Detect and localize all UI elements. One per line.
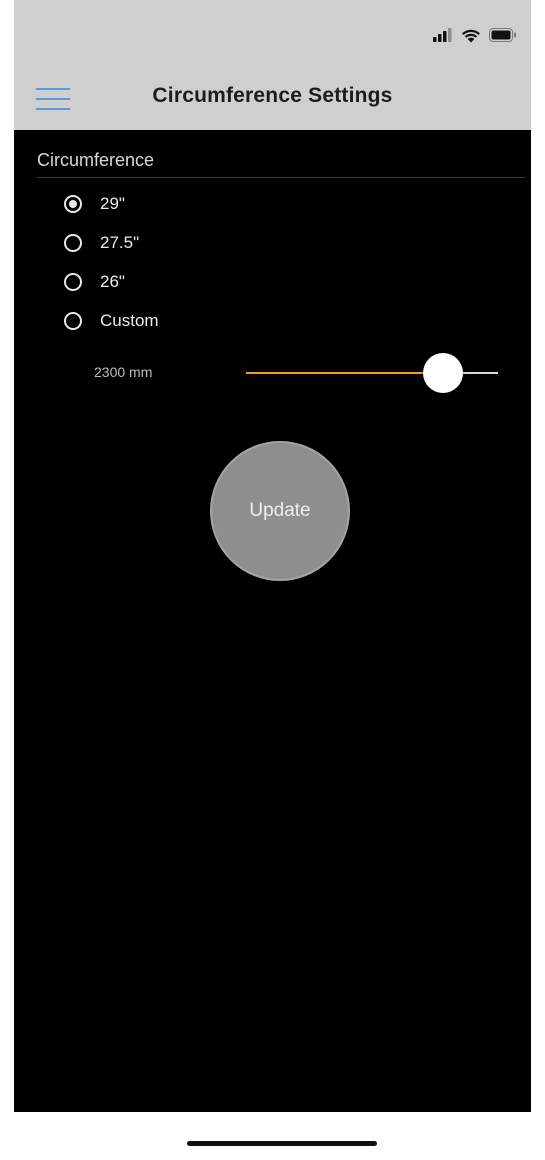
slider-track-filled [246, 372, 443, 374]
radio-option-label: 27.5" [100, 233, 140, 252]
wifi-icon [462, 29, 480, 42]
top-bar: Circumference Settings [14, 0, 531, 130]
phone-screen: Circumference Settings Circumference 29"… [14, 0, 531, 1160]
page-title: Circumference Settings [152, 84, 393, 107]
section-divider [37, 177, 525, 178]
settings-content: Circumference 29" 27.5" 26" Custom 2300 … [14, 130, 531, 1112]
radio-option-26[interactable]: 26" [64, 270, 125, 294]
update-button-label: Update [249, 500, 311, 521]
radio-option-29[interactable]: 29" [64, 192, 125, 216]
status-bar [433, 26, 517, 44]
battery-icon [489, 28, 516, 42]
circumference-slider[interactable] [246, 352, 498, 394]
radio-option-label: 29" [100, 194, 125, 213]
slider-value-label: 2300 mm [94, 364, 153, 380]
cellular-signal-icon [433, 28, 452, 42]
radio-button-icon [64, 312, 82, 330]
update-button[interactable]: Update [210, 441, 350, 581]
radio-option-label: Custom [100, 311, 159, 330]
radio-option-label: 26" [100, 272, 125, 291]
radio-button-icon [64, 273, 82, 291]
home-indicator [187, 1141, 377, 1146]
radio-button-icon [64, 195, 82, 213]
section-title: Circumference [37, 150, 155, 170]
slider-thumb[interactable] [423, 353, 463, 393]
radio-button-icon [64, 234, 82, 252]
radio-option-custom[interactable]: Custom [64, 309, 159, 333]
radio-option-27-5[interactable]: 27.5" [64, 231, 139, 255]
